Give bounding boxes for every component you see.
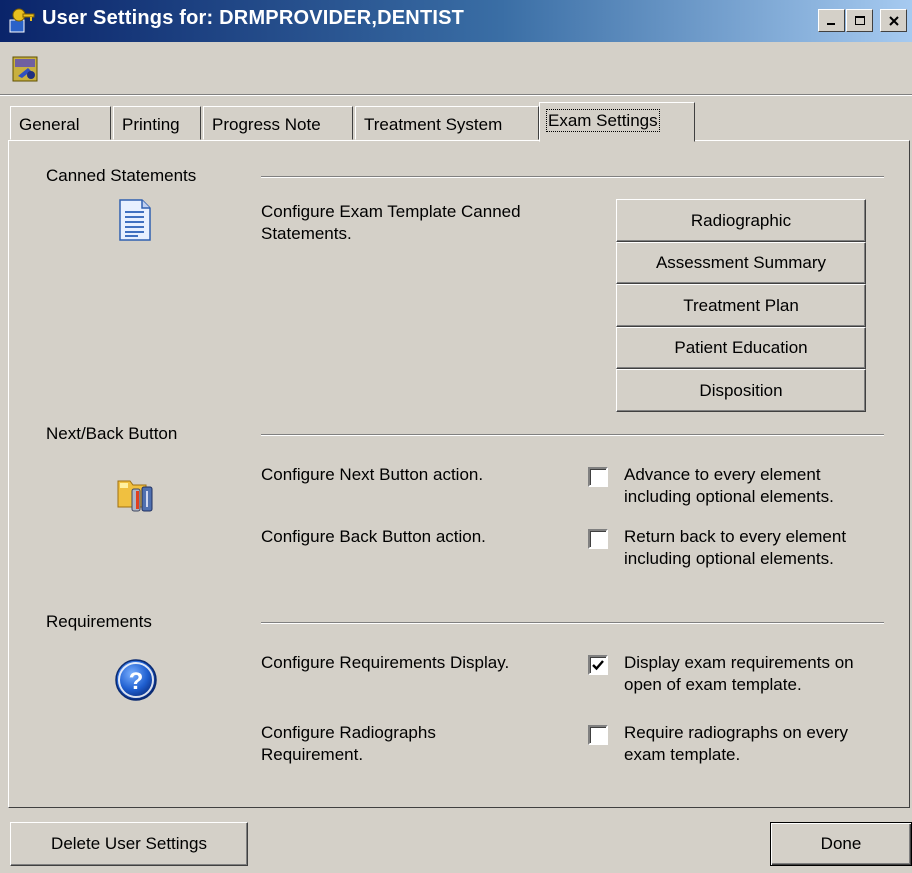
return-every-element-label: Return back to every element including o…	[624, 527, 847, 568]
maximize-button[interactable]	[846, 9, 873, 32]
next-button-description: Configure Next Button action.	[261, 465, 484, 484]
folder-settings-icon	[117, 480, 153, 512]
display-requirements-label: Display exam requirements on open of exa…	[624, 653, 854, 694]
radiographic-button[interactable]: Radiographic	[616, 199, 866, 242]
delete-user-settings-button[interactable]: Delete User Settings	[10, 822, 248, 866]
document-icon	[119, 199, 151, 241]
next-back-heading: Next/Back Button	[46, 424, 178, 443]
button-label: Assessment Summary	[655, 253, 827, 272]
canned-statements-heading: Canned Statements	[46, 166, 197, 185]
display-requirements-checkbox[interactable]	[588, 655, 608, 675]
svg-text:?: ?	[129, 668, 144, 695]
tab-label: Treatment System	[364, 115, 503, 134]
advance-every-element-label: Advance to every element including optio…	[624, 465, 834, 506]
user-settings-icon	[9, 8, 35, 33]
canned-statements-description: Configure Exam Template Canned Statement…	[261, 202, 521, 243]
close-icon	[888, 15, 899, 26]
close-button[interactable]	[880, 9, 907, 32]
back-button-description: Configure Back Button action.	[261, 527, 486, 546]
button-label: Radiographic	[690, 210, 792, 230]
require-radiographs-label: Require radiographs on every exam templa…	[624, 723, 848, 764]
help-icon: ?	[115, 659, 157, 701]
minimize-icon	[826, 22, 835, 25]
button-label: Patient Education	[674, 338, 808, 357]
button-label: Delete User Settings	[51, 834, 207, 853]
tab-progress-note[interactable]: Progress Note	[203, 106, 353, 140]
tools-icon[interactable]	[12, 56, 38, 82]
section-divider	[261, 434, 884, 436]
done-button[interactable]: Done	[770, 822, 912, 866]
treatment-plan-button[interactable]: Treatment Plan	[616, 284, 866, 327]
require-radiographs-checkbox[interactable]	[588, 725, 608, 745]
disposition-button[interactable]: Disposition	[616, 369, 866, 412]
return-every-element-checkbox[interactable]	[588, 529, 608, 549]
button-label: Treatment Plan	[683, 295, 799, 315]
toolbar-separator	[0, 94, 912, 96]
section-divider	[261, 176, 884, 178]
button-label: Disposition	[699, 380, 783, 400]
tab-exam-settings[interactable]: Exam Settings	[539, 102, 695, 142]
radiographs-requirement-description: Configure Radiographs Requirement.	[261, 723, 436, 764]
tab-printing[interactable]: Printing	[113, 106, 201, 140]
window-title: User Settings for: DRMPROVIDER,DENTIST	[42, 7, 465, 29]
assessment-summary-button[interactable]: Assessment Summary	[616, 242, 866, 284]
tab-treatment-system[interactable]: Treatment System	[355, 106, 539, 140]
requirements-heading: Requirements	[46, 612, 152, 631]
tab-general[interactable]: General	[10, 106, 111, 140]
tab-label: Progress Note	[212, 115, 321, 134]
tab-label: General	[19, 115, 80, 134]
section-divider	[261, 622, 884, 624]
patient-education-button[interactable]: Patient Education	[616, 327, 866, 369]
tab-label: Printing	[122, 115, 180, 134]
tab-label: Exam Settings	[546, 109, 660, 132]
title-bar: User Settings for: DRMPROVIDER,DENTIST	[0, 0, 912, 42]
minimize-button[interactable]	[818, 9, 845, 32]
requirements-display-description: Configure Requirements Display.	[261, 653, 510, 672]
maximize-icon	[854, 15, 865, 25]
button-label: Done	[820, 834, 862, 853]
checkmark-icon	[592, 660, 604, 671]
advance-every-element-checkbox[interactable]	[588, 467, 608, 487]
